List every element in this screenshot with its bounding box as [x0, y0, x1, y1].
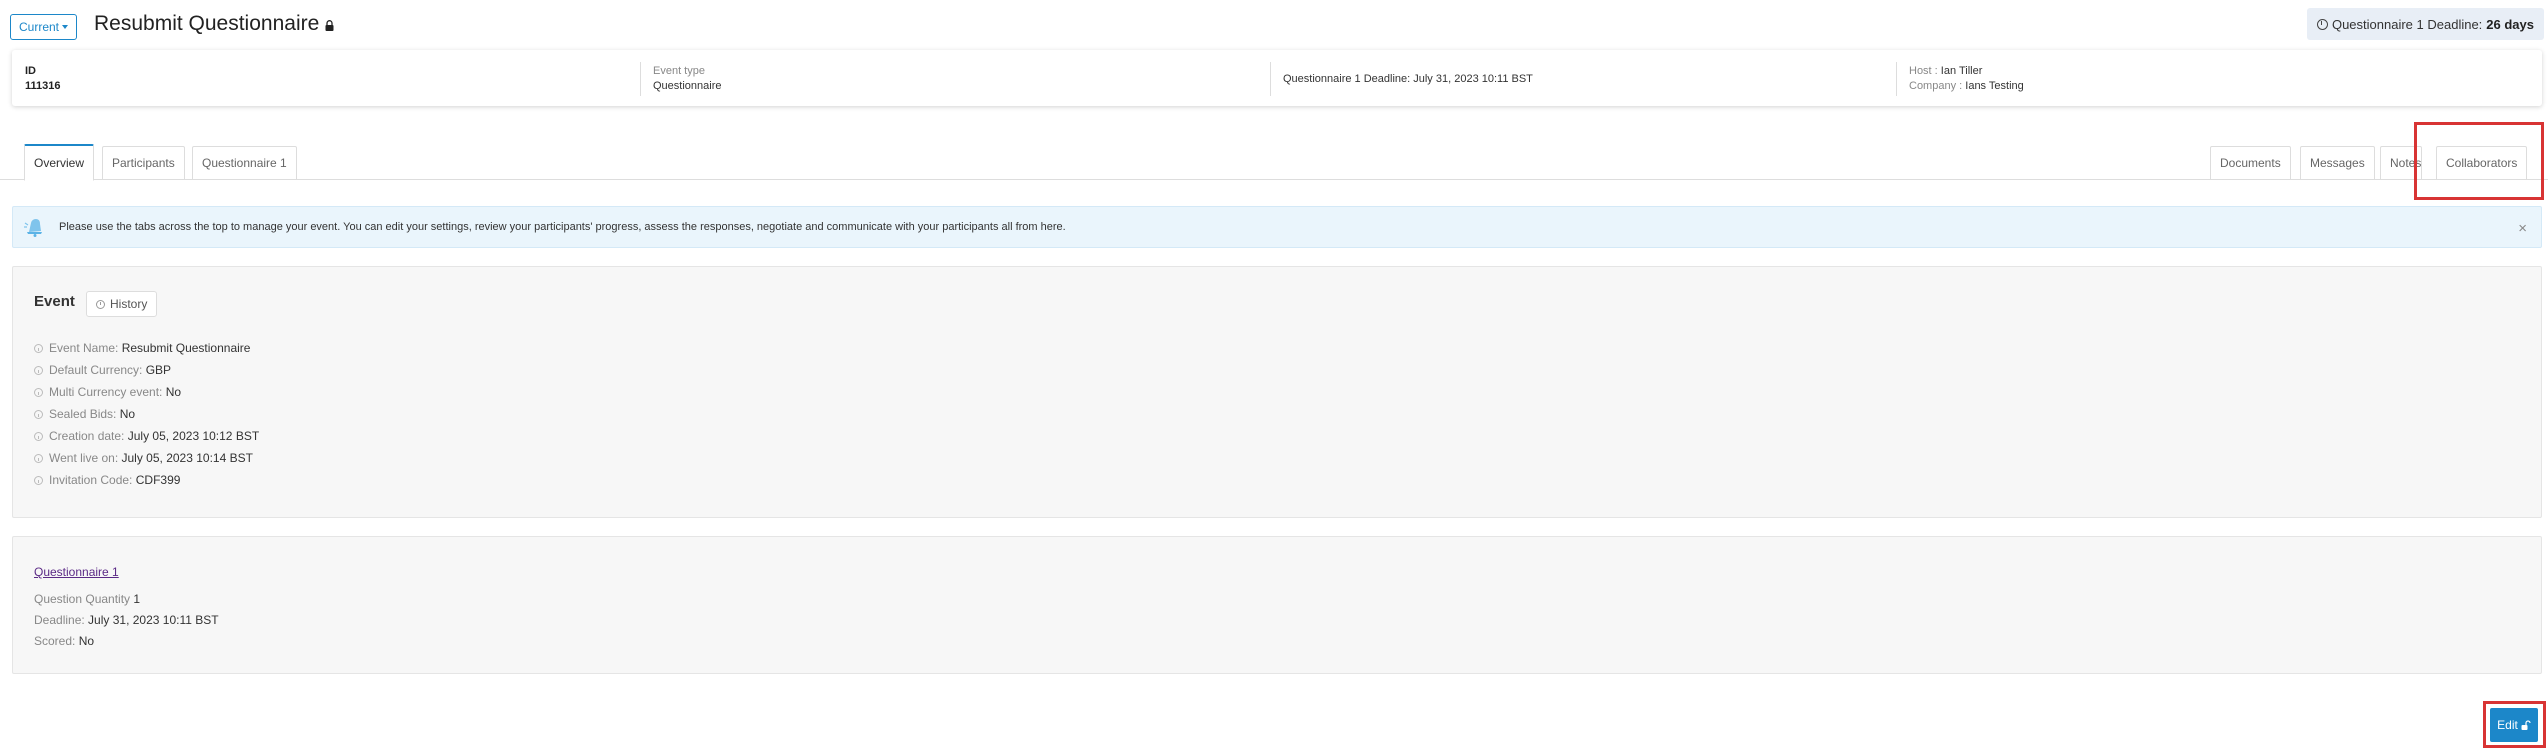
- info-icon: [34, 343, 43, 353]
- page-title: Resubmit Questionnaire: [94, 12, 334, 36]
- event-details-list: Event Name: Resubmit Questionnaire Defau…: [34, 337, 259, 491]
- info-icon: [34, 387, 43, 397]
- bell-icon: [24, 219, 42, 237]
- deadline-remaining: 26 days: [2486, 16, 2534, 32]
- detail-value: Resubmit Questionnaire: [121, 341, 251, 355]
- q-deadline-label: Deadline:: [34, 613, 85, 627]
- caret-down-icon: [62, 25, 69, 29]
- id-label: ID: [25, 65, 36, 77]
- info-icon: [34, 409, 43, 419]
- version-dropdown[interactable]: Current: [10, 14, 78, 40]
- page-title-text: Resubmit Questionnaire: [94, 12, 320, 35]
- questionnaire-link[interactable]: Questionnaire 1: [34, 565, 119, 579]
- tab-bar: Overview Participants Questionnaire 1 Do…: [0, 144, 2548, 181]
- company-label: Company :: [1909, 80, 1963, 92]
- summary-deadline-text: Questionnaire 1 Deadline: July 31, 2023 …: [1283, 73, 1533, 85]
- event-summary-panel: ID 111316 Event type Questionnaire Quest…: [12, 50, 2542, 106]
- detail-value: CDF399: [135, 473, 181, 487]
- tab-messages[interactable]: Messages: [2300, 146, 2375, 180]
- deadline-badge: Questionnaire 1 Deadline: 26 days: [2306, 8, 2544, 40]
- event-detail-row: Default Currency: GBP: [34, 359, 259, 381]
- event-detail-row: Multi Currency event: No: [34, 381, 259, 403]
- edit-highlight-box: [2483, 701, 2546, 748]
- summary-id: ID 111316: [25, 50, 61, 106]
- event-detail-row: Creation date: July 05, 2023 10:12 BST: [34, 425, 259, 447]
- detail-label: Invitation Code:: [49, 473, 133, 487]
- clock-icon: [2316, 18, 2328, 30]
- history-clock-icon: [96, 299, 105, 309]
- id-value: 111316: [25, 80, 61, 92]
- detail-label: Went live on:: [49, 451, 119, 465]
- detail-value: GBP: [145, 363, 172, 377]
- scored-row: Scored: No: [34, 631, 219, 652]
- summary-host: Host : Ian Tiller Company : Ians Testing: [1896, 62, 2024, 96]
- detail-value: No: [165, 385, 182, 399]
- host-value: Ian Tiller: [1940, 65, 1983, 77]
- collaborators-highlight-box: [2414, 122, 2544, 200]
- event-panel: Event History Event Name: Resubmit Quest…: [12, 266, 2542, 518]
- info-icon: [34, 365, 43, 375]
- questionnaire-panel: Questionnaire 1 Question Quantity 1 Dead…: [12, 536, 2542, 674]
- info-icon: [34, 453, 43, 463]
- detail-label: Sealed Bids:: [49, 407, 117, 421]
- scored-value: No: [78, 634, 95, 648]
- detail-value: July 05, 2023 10:14 BST: [121, 451, 253, 465]
- info-icon: [34, 475, 43, 485]
- company-value: Ians Testing: [1965, 80, 2024, 92]
- event-detail-row: Sealed Bids: No: [34, 403, 259, 425]
- deadline-prefix: Questionnaire 1 Deadline:: [2331, 16, 2483, 32]
- event-detail-row: Event Name: Resubmit Questionnaire: [34, 337, 259, 359]
- event-detail-row: Went live on: July 05, 2023 10:14 BST: [34, 447, 259, 469]
- event-section-title: Event: [34, 293, 75, 310]
- summary-deadline: Questionnaire 1 Deadline: July 31, 2023 …: [1270, 62, 1533, 96]
- info-icon: [34, 431, 43, 441]
- tab-overview[interactable]: Overview: [24, 144, 95, 181]
- question-quantity-row: Question Quantity 1: [34, 589, 219, 610]
- detail-label: Creation date:: [49, 429, 125, 443]
- detail-label: Default Currency:: [49, 363, 143, 377]
- close-icon[interactable]: ×: [2518, 220, 2527, 237]
- detail-value: No: [119, 407, 136, 421]
- history-button[interactable]: History: [86, 291, 158, 317]
- tab-participants[interactable]: Participants: [102, 146, 185, 180]
- questionnaire-details: Question Quantity 1 Deadline: July 31, 2…: [34, 589, 219, 652]
- summary-event-type: Event type Questionnaire: [640, 62, 722, 96]
- q-deadline-row: Deadline: July 31, 2023 10:11 BST: [34, 610, 219, 631]
- q-deadline-value: July 31, 2023 10:11 BST: [88, 613, 219, 627]
- quantity-value: 1: [133, 592, 141, 606]
- event-type-label: Event type: [653, 65, 705, 77]
- detail-label: Event Name:: [49, 341, 119, 355]
- lock-icon: [325, 19, 334, 31]
- quantity-label: Question Quantity: [34, 592, 131, 606]
- scored-label: Scored:: [34, 634, 76, 648]
- version-label: Current: [19, 20, 60, 34]
- detail-label: Multi Currency event:: [49, 385, 163, 399]
- info-alert: Please use the tabs across the top to ma…: [12, 206, 2542, 248]
- host-label: Host :: [1909, 65, 1938, 77]
- alert-text: Please use the tabs across the top to ma…: [59, 221, 1066, 233]
- tab-documents[interactable]: Documents: [2210, 146, 2291, 180]
- detail-value: July 05, 2023 10:12 BST: [127, 429, 260, 443]
- event-detail-row: Invitation Code: CDF399: [34, 469, 259, 491]
- tab-questionnaire-1[interactable]: Questionnaire 1: [192, 146, 297, 180]
- event-type-value: Questionnaire: [653, 80, 722, 92]
- history-label: History: [110, 297, 148, 311]
